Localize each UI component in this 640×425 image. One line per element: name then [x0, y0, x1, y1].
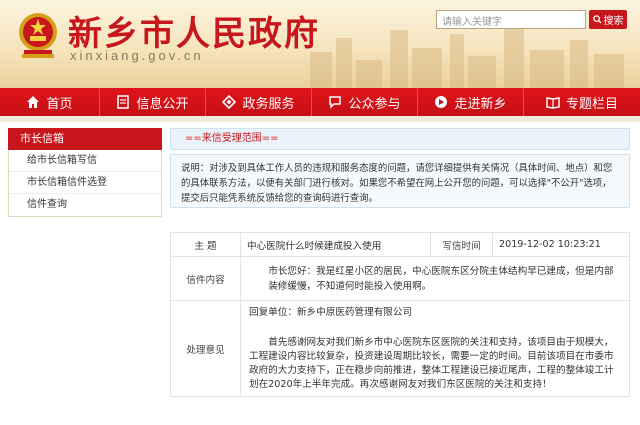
- reply-label: 处理意见: [170, 300, 241, 397]
- reply-text: 首先感谢网友对我们新乡市中心医院东区医院的关注和支持，该项目由于规模大，工程建设…: [249, 337, 614, 390]
- table-row: 主 题 中心医院什么时候建成投入使用 写信时间 2019-12-02 10:23…: [170, 232, 630, 257]
- sidebar: 市长信箱 给市长信箱写信 市长信箱信件选登 信件查询: [8, 128, 162, 217]
- subject-label: 主 题: [170, 232, 241, 257]
- main-nav: 首页 信息公开 政务服务 公众参与 走进新乡 专题栏目: [0, 88, 640, 116]
- content-label: 信件内容: [170, 256, 241, 301]
- search-button[interactable]: 搜索: [589, 10, 627, 29]
- book-icon: [546, 97, 560, 109]
- document-icon: [117, 95, 130, 109]
- notice-text: 说明：对涉及到具体工作人员的违规和服务态度的问题，请您详细提供有关情况（具体时间…: [170, 154, 630, 208]
- nav-item-about-xinxiang[interactable]: 走进新乡: [418, 88, 524, 116]
- letter-date: 2019-12-02 10:23:21: [492, 232, 630, 257]
- search-input[interactable]: 请输入关键字: [436, 10, 586, 29]
- search-button-label: 搜索: [603, 16, 624, 27]
- reply-content: 回复单位：新乡中原医药管理有限公司 首先感谢网友对我们新乡市中心医院东区医院的关…: [240, 300, 630, 397]
- nav-item-home[interactable]: 首页: [0, 88, 100, 116]
- skyline-banner: [300, 22, 640, 90]
- nav-item-public-participation[interactable]: 公众参与: [312, 88, 418, 116]
- nav-item-label: 公众参与: [348, 96, 401, 112]
- reply-unit: 回复单位：新乡中原医药管理有限公司: [249, 307, 413, 318]
- diamond-icon: [222, 95, 237, 109]
- sidebar-item-selected-letters[interactable]: 市长信箱信件选登: [9, 172, 161, 194]
- table-row: 处理意见 回复单位：新乡中原医药管理有限公司 首先感谢网友对我们新乡市中心医院东…: [170, 300, 630, 397]
- nav-divider-strip: [0, 116, 640, 122]
- national-emblem-icon: [19, 13, 57, 58]
- search-icon: [592, 15, 602, 24]
- nav-item-special-topics[interactable]: 专题栏目: [524, 88, 640, 116]
- sidebar-title: 市长信箱: [8, 128, 162, 150]
- sidebar-item-write-letter[interactable]: 给市长信箱写信: [9, 150, 161, 172]
- letter-content-text: 市长您好：我是红星小区的居民，中心医院东区分院主体结构早已建成，但是内部装修缓慢…: [268, 265, 614, 292]
- nav-item-label: 走进新乡: [454, 96, 507, 112]
- nav-item-label: 首页: [46, 96, 73, 112]
- arrow-circle-icon: [435, 96, 448, 108]
- chat-icon: [329, 96, 342, 109]
- nav-item-info-disclosure[interactable]: 信息公开: [100, 88, 206, 116]
- nav-item-gov-services[interactable]: 政务服务: [206, 88, 312, 116]
- letter-subject: 中心医院什么时候建成投入使用: [240, 232, 431, 257]
- nav-item-label: 政务服务: [242, 96, 295, 112]
- letter-content: 市长您好：我是红星小区的居民，中心医院东区分院主体结构早已建成，但是内部装修缓慢…: [240, 256, 630, 301]
- sidebar-item-letter-query[interactable]: 信件查询: [9, 194, 161, 216]
- scope-title: ==来信受理范围==: [170, 128, 630, 150]
- nav-item-label: 信息公开: [136, 96, 189, 112]
- site-domain: xinxiang.gov.cn: [70, 48, 204, 63]
- sidebar-list: 给市长信箱写信 市长信箱信件选登 信件查询: [8, 150, 162, 217]
- table-row: 信件内容 市长您好：我是红星小区的居民，中心医院东区分院主体结构早已建成，但是内…: [170, 256, 630, 301]
- site-header: 新乡市人民政府 xinxiang.gov.cn 请输入关键字 搜索: [0, 0, 640, 90]
- date-label: 写信时间: [430, 232, 493, 257]
- letter-detail-table: 主 题 中心医院什么时候建成投入使用 写信时间 2019-12-02 10:23…: [170, 232, 630, 397]
- home-icon: [27, 96, 40, 108]
- main-content: ==来信受理范围== 说明：对涉及到具体工作人员的违规和服务态度的问题，请您详细…: [170, 128, 630, 397]
- nav-item-label: 专题栏目: [565, 96, 618, 112]
